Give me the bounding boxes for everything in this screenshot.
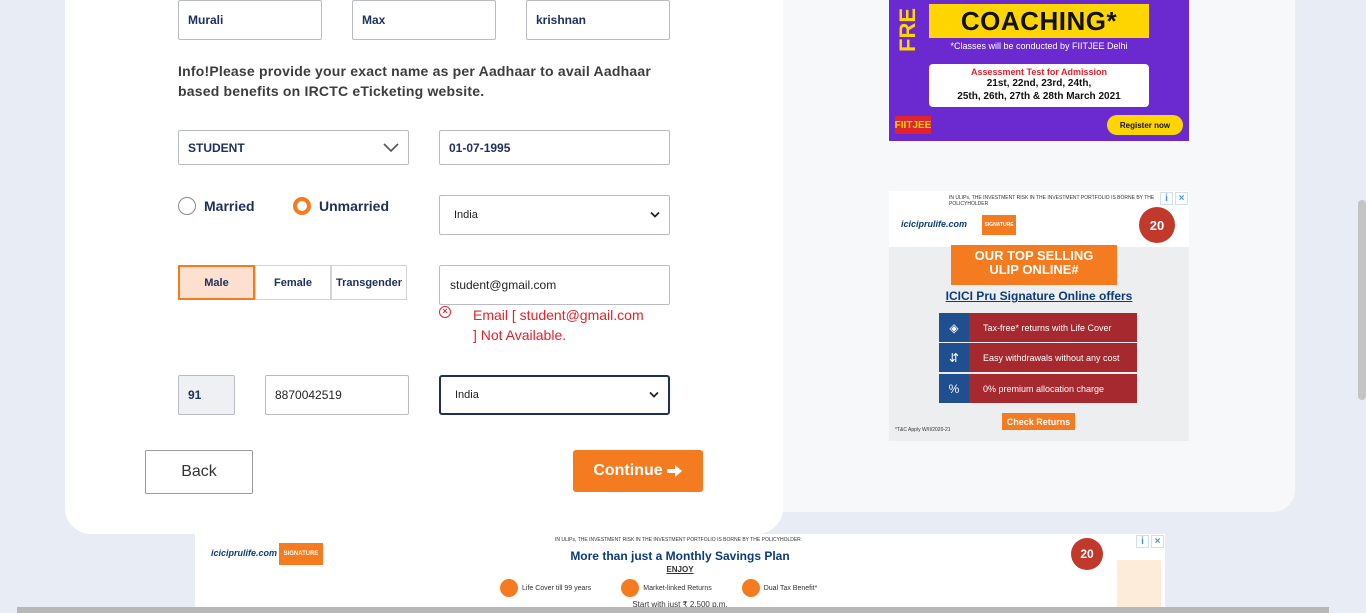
- fiitjee-logo: FIITJEE: [895, 116, 931, 134]
- ad-fr-text: FRE: [895, 8, 920, 52]
- icici-bottom-ad[interactable]: iciciprulife.com SIGNATURE IN ULIPs, THE…: [195, 534, 1165, 613]
- error-icon: ×: [439, 306, 451, 318]
- arrow-right-icon: [666, 465, 682, 477]
- radio-married-circle[interactable]: [178, 197, 196, 215]
- icici-side-ad[interactable]: IN ULIPs, THE INVESTMENT RISK IN THE INV…: [889, 191, 1189, 441]
- ad-brand: iciciprulife.com: [901, 219, 968, 229]
- ad-feature: Life Cover till 99 years: [500, 579, 591, 597]
- aadhaar-info-text: Info!Please provide your exact name as p…: [178, 63, 651, 99]
- ad-feature: Dual Tax Benefit*: [741, 579, 818, 597]
- nationality-select[interactable]: India: [439, 375, 670, 415]
- ad-banner-line1: OUR TOP SELLING: [974, 248, 1094, 263]
- chevron-down-icon: [649, 391, 659, 398]
- signature-logo: SIGNATURE: [982, 215, 1016, 235]
- close-icon[interactable]: ×: [1175, 192, 1188, 205]
- email-input[interactable]: student@gmail.com: [439, 265, 670, 305]
- gender-female-button[interactable]: Female: [255, 265, 331, 300]
- ad-subtext: *Classes will be conducted by FIITJEE De…: [950, 41, 1128, 51]
- first-name-input[interactable]: Murali: [178, 0, 322, 40]
- ad-header: IN ULIPs, THE INVESTMENT RISK IN THE INV…: [889, 191, 1189, 247]
- email-error-line2: ] Not Available.: [473, 327, 567, 343]
- shield-icon: ◈: [939, 313, 969, 342]
- ad-fine-print: IN ULIPs, THE INVESTMENT RISK IN THE INV…: [555, 537, 801, 543]
- withdraw-icon: ⇵: [939, 343, 969, 372]
- ad-feature-text: Life Cover till 99 years: [522, 584, 592, 592]
- radio-unmarried[interactable]: Unmarried: [293, 197, 389, 215]
- back-button[interactable]: Back: [145, 450, 253, 494]
- country-value: India: [454, 209, 478, 221]
- ad-dates-line2: 25th, 26th, 27th & 28th March 2021: [957, 91, 1121, 102]
- check-returns-button[interactable]: Check Returns: [1002, 413, 1075, 430]
- nationality-value: India: [455, 389, 479, 401]
- ad-feature-row: % 0% premium allocation charge: [939, 374, 1137, 403]
- ad-banner: OUR TOP SELLING ULIP ONLINE#: [951, 245, 1117, 285]
- close-icon[interactable]: ×: [1151, 535, 1164, 548]
- ad-terms: *T&C Apply W/II/2020-21: [895, 427, 951, 433]
- ad-feature-text: Tax-free* returns with Life Cover: [983, 322, 1112, 333]
- email-error-text: Email [ student@gmail.com ] Not Availabl…: [473, 305, 644, 345]
- fiitjee-ad[interactable]: FRE COACHING* *Classes will be conducted…: [889, 0, 1189, 141]
- ad-feature-row: ⇵ Easy withdrawals without any cost: [939, 343, 1137, 372]
- tax-benefit-icon: [741, 579, 760, 597]
- ad-fine-print: IN ULIPs, THE INVESTMENT RISK IN THE INV…: [949, 195, 1155, 207]
- gender-male-button[interactable]: Male: [178, 265, 255, 300]
- dob-input[interactable]: 01-07-1995: [439, 130, 670, 165]
- ad-feature-text: Market-linked Returns: [643, 584, 712, 592]
- ad-feature: Market-linked Returns: [621, 579, 712, 597]
- life-cover-icon: [500, 579, 518, 597]
- mobile-input[interactable]: 8870042519: [265, 375, 409, 415]
- ad-test-title: Assessment Test for Admission: [970, 67, 1108, 77]
- ad-offers-title: ICICI Pru Signature Online offers: [945, 289, 1133, 303]
- chevron-down-icon: [650, 211, 660, 218]
- register-now-button[interactable]: Register now: [1107, 115, 1183, 135]
- ad-feature-text: 0% premium allocation charge: [983, 383, 1105, 394]
- ad-choices[interactable]: i ×: [1160, 192, 1188, 205]
- continue-label: Continue: [593, 462, 663, 479]
- market-returns-icon: [621, 579, 640, 597]
- gender-toggle-group: Male Female Transgender: [178, 265, 407, 300]
- radio-married[interactable]: Married: [178, 197, 255, 215]
- country-select[interactable]: India: [439, 195, 670, 235]
- middle-name-input[interactable]: Max: [352, 0, 496, 40]
- ad-feature-text: Easy withdrawals without any cost: [983, 352, 1120, 363]
- ad-choices[interactable]: i ×: [1136, 535, 1164, 548]
- occupation-select[interactable]: STUDENT: [178, 130, 409, 165]
- radio-married-label: Married: [204, 198, 255, 214]
- ad-features: Life Cover till 99 years Market-linked R…: [500, 579, 817, 597]
- email-error-line1: Email [ student@gmail.com: [473, 307, 644, 323]
- ad-illustration: [1117, 560, 1161, 613]
- ad-dates-line1: 21st, 22nd, 23rd, 24th,: [986, 78, 1092, 89]
- ad-banner-line2: ULIP ONLINE#: [989, 262, 1079, 277]
- ad-feature-row: ◈ Tax-free* returns with Life Cover: [939, 313, 1137, 342]
- info-icon[interactable]: i: [1136, 535, 1149, 548]
- vertical-scrollbar[interactable]: [1358, 200, 1366, 400]
- radio-unmarried-label: Unmarried: [319, 198, 390, 214]
- info-icon[interactable]: i: [1160, 192, 1173, 205]
- last-name-input[interactable]: krishnan: [526, 0, 670, 40]
- continue-button[interactable]: Continue: [573, 450, 703, 492]
- gender-transgender-button[interactable]: Transgender: [331, 265, 407, 300]
- occupation-value: STUDENT: [188, 140, 245, 155]
- ad-feature-text: Dual Tax Benefit*: [763, 584, 818, 592]
- years-badge: 20: [1139, 207, 1175, 243]
- horizontal-scrollbar[interactable]: [17, 607, 1329, 613]
- ad-headline: More than just a Monthly Savings Plan: [570, 549, 790, 563]
- percent-icon: %: [939, 374, 969, 403]
- radio-unmarried-circle[interactable]: [293, 197, 311, 215]
- isd-code-input[interactable]: 91: [178, 375, 235, 415]
- chevron-down-icon: [383, 142, 399, 152]
- ad-enjoy: ENJOY: [666, 565, 694, 574]
- ad-dates-box: Assessment Test for Admission 21st, 22nd…: [929, 64, 1149, 107]
- years-badge: 20: [1071, 538, 1103, 570]
- ad-coaching-headline: COACHING*: [929, 4, 1149, 38]
